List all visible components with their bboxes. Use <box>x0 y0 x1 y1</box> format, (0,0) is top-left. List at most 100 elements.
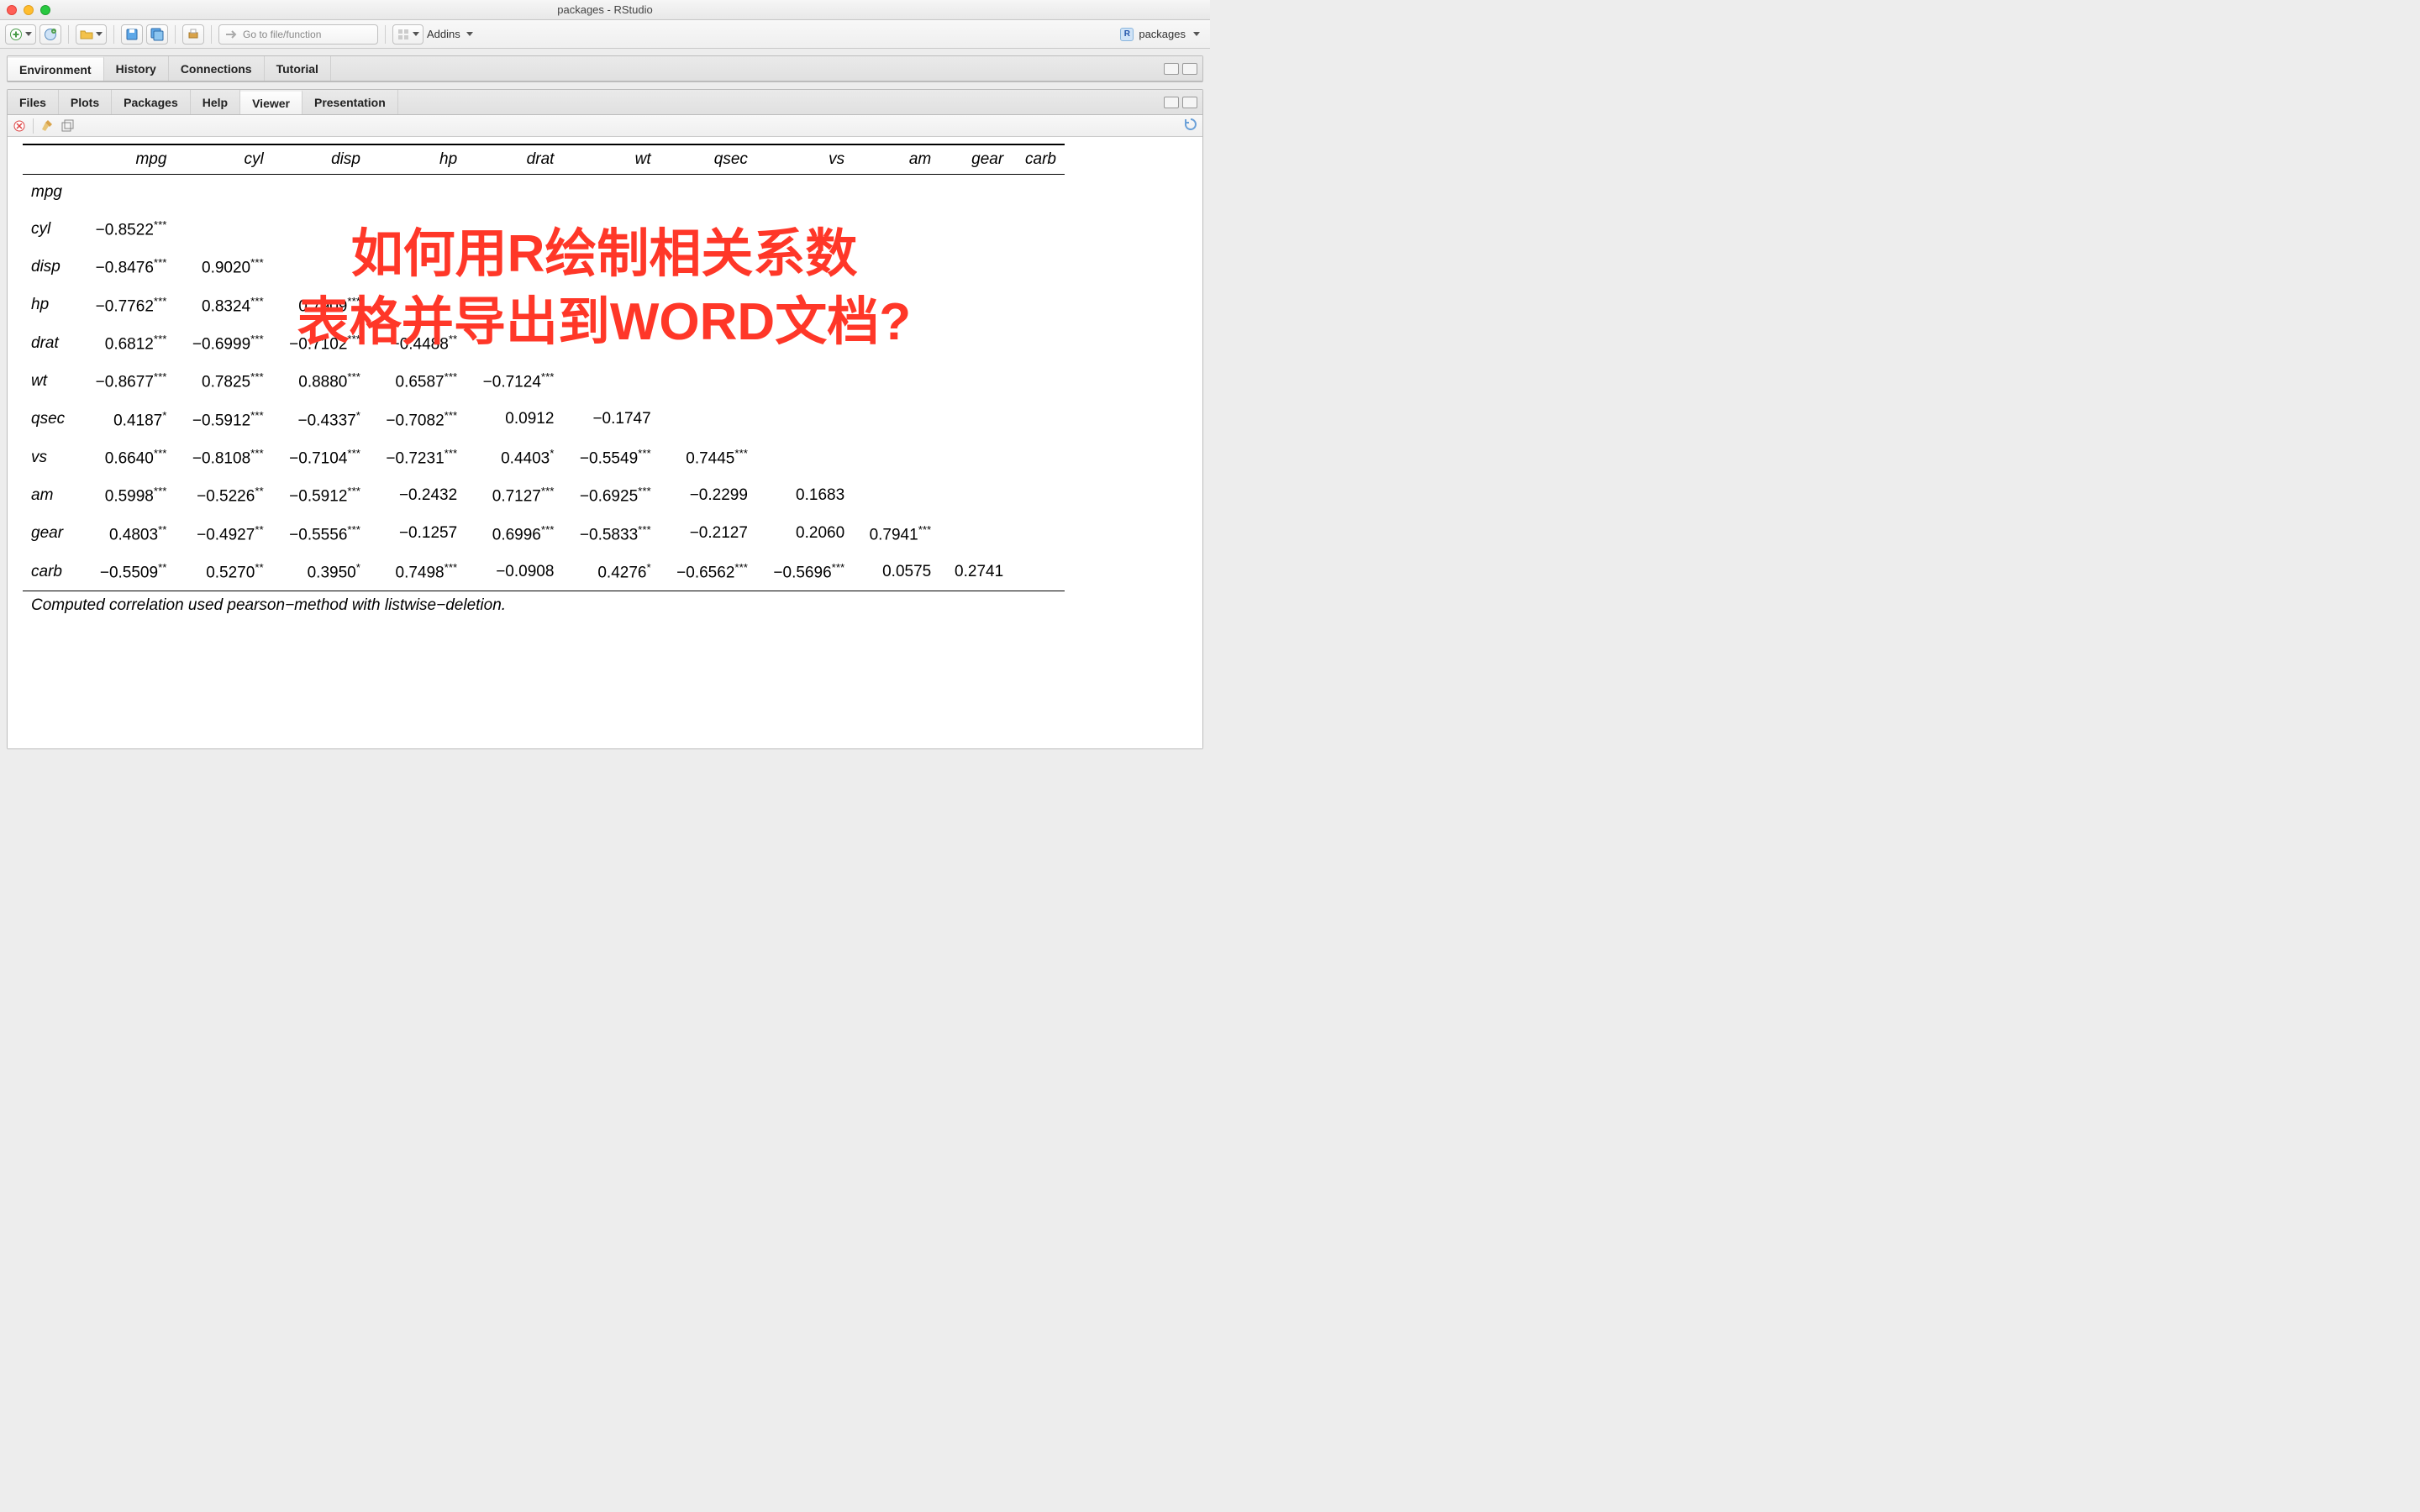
project-selector[interactable]: R packages <box>1115 28 1205 41</box>
corr-cell: 0.2741 <box>939 553 1012 591</box>
new-file-button[interactable] <box>5 24 36 45</box>
table-row: disp−0.8476***0.9020*** <box>23 248 1065 286</box>
corr-cell: 0.0575 <box>853 553 939 591</box>
corr-cell: −0.7102*** <box>272 324 369 362</box>
refresh-icon[interactable] <box>1184 118 1197 131</box>
minimize-pane-icon[interactable] <box>1164 97 1179 108</box>
corr-cell: 0.9020*** <box>175 248 271 286</box>
maximize-pane-icon[interactable] <box>1182 63 1197 75</box>
corr-cell: −0.5549*** <box>562 438 659 476</box>
new-project-button[interactable]: + <box>39 24 61 45</box>
corr-cell: −0.5696*** <box>756 553 853 591</box>
top-pane-tabs: Environment History Connections Tutorial <box>8 56 1202 81</box>
grid-button[interactable] <box>392 24 424 45</box>
corr-cell: −0.5226** <box>175 476 271 514</box>
goto-file-function-input[interactable]: Go to file/function <box>218 24 378 45</box>
separator <box>175 25 176 44</box>
bottom-pane-tabs: Files Plots Packages Help Viewer Present… <box>8 90 1202 115</box>
corr-cell: −0.8677*** <box>78 362 175 400</box>
corr-cell: 0.1683 <box>756 476 853 514</box>
open-file-button[interactable] <box>76 24 107 45</box>
broom-icon[interactable] <box>40 119 54 133</box>
viewer-toolbar <box>8 115 1202 137</box>
tab-connections[interactable]: Connections <box>169 56 265 81</box>
tab-packages[interactable]: Packages <box>112 90 191 114</box>
separator <box>113 25 114 44</box>
corr-cell: 0.7445*** <box>660 438 756 476</box>
corr-cell: −0.4927** <box>175 515 271 553</box>
tab-history[interactable]: History <box>104 56 169 81</box>
folder-open-icon <box>80 28 93 41</box>
print-button[interactable] <box>182 24 204 45</box>
table-row: drat0.6812***−0.6999***−0.7102***−0.4488… <box>23 324 1065 362</box>
window-title: packages - RStudio <box>0 3 1210 16</box>
corr-cell: 0.4803** <box>78 515 175 553</box>
corr-cell: 0.0912 <box>466 401 562 438</box>
tab-environment[interactable]: Environment <box>8 56 104 81</box>
save-all-button[interactable] <box>146 24 168 45</box>
minimize-icon[interactable] <box>24 5 34 15</box>
table-row: cyl−0.8522*** <box>23 210 1065 248</box>
col-header: cyl <box>175 144 271 175</box>
corr-cell: −0.5509** <box>78 553 175 591</box>
table-row: hp−0.7762***0.8324***0.7909*** <box>23 286 1065 324</box>
corr-cell: 0.7909*** <box>272 286 369 324</box>
r-badge-icon: R <box>1120 28 1134 41</box>
row-header: cyl <box>23 210 78 248</box>
tab-tutorial[interactable]: Tutorial <box>265 56 331 81</box>
popout-icon[interactable] <box>60 119 74 133</box>
corr-cell: −0.0908 <box>466 553 562 591</box>
row-header: hp <box>23 286 78 324</box>
grid-icon <box>397 28 410 41</box>
maximize-icon[interactable] <box>40 5 50 15</box>
corr-cell: −0.2127 <box>660 515 756 553</box>
arrow-right-icon <box>224 28 238 41</box>
maximize-pane-icon[interactable] <box>1182 97 1197 108</box>
tab-files[interactable]: Files <box>8 90 59 114</box>
table-row: mpg <box>23 175 1065 211</box>
minimize-pane-icon[interactable] <box>1164 63 1179 75</box>
corr-cell: −0.7104*** <box>272 438 369 476</box>
main-toolbar: + Go to file/function Addins R packages <box>0 20 1210 49</box>
corr-cell: −0.8108*** <box>175 438 271 476</box>
tab-presentation[interactable]: Presentation <box>302 90 398 114</box>
save-button[interactable] <box>121 24 143 45</box>
environment-pane: Environment History Connections Tutorial <box>7 55 1203 82</box>
corr-cell: −0.8476*** <box>78 248 175 286</box>
row-header: disp <box>23 248 78 286</box>
addins-menu[interactable]: Addins <box>427 28 473 40</box>
corr-cell: −0.7762*** <box>78 286 175 324</box>
col-header: hp <box>369 144 466 175</box>
close-icon[interactable] <box>7 5 17 15</box>
separator <box>33 118 34 134</box>
addins-label: Addins <box>427 28 460 40</box>
goto-placeholder: Go to file/function <box>243 29 321 40</box>
viewer-pane: Files Plots Packages Help Viewer Present… <box>7 89 1203 749</box>
tab-plots[interactable]: Plots <box>59 90 112 114</box>
corr-cell: −0.4337* <box>272 401 369 438</box>
col-header: gear <box>939 144 1012 175</box>
row-header: carb <box>23 553 78 591</box>
corr-cell: 0.4187* <box>78 401 175 438</box>
tab-viewer[interactable]: Viewer <box>240 90 302 114</box>
chevron-down-icon <box>25 32 32 36</box>
separator <box>68 25 69 44</box>
col-header: vs <box>756 144 853 175</box>
corr-cell: −0.7124*** <box>466 362 562 400</box>
project-name: packages <box>1139 28 1186 40</box>
remove-icon[interactable] <box>13 119 26 133</box>
col-header: carb <box>1012 144 1065 175</box>
corr-cell: −0.1257 <box>369 515 466 553</box>
corr-cell: 0.8880*** <box>272 362 369 400</box>
corr-cell: −0.5833*** <box>562 515 659 553</box>
corr-cell: 0.8324*** <box>175 286 271 324</box>
separator <box>385 25 386 44</box>
corr-cell: −0.2432 <box>369 476 466 514</box>
corr-cell: 0.4276* <box>562 553 659 591</box>
corr-cell: −0.8522*** <box>78 210 175 248</box>
tab-help[interactable]: Help <box>191 90 240 114</box>
corr-cell: −0.6925*** <box>562 476 659 514</box>
col-header: qsec <box>660 144 756 175</box>
corr-cell: 0.6587*** <box>369 362 466 400</box>
table-row: gear0.4803**−0.4927**−0.5556***−0.12570.… <box>23 515 1065 553</box>
